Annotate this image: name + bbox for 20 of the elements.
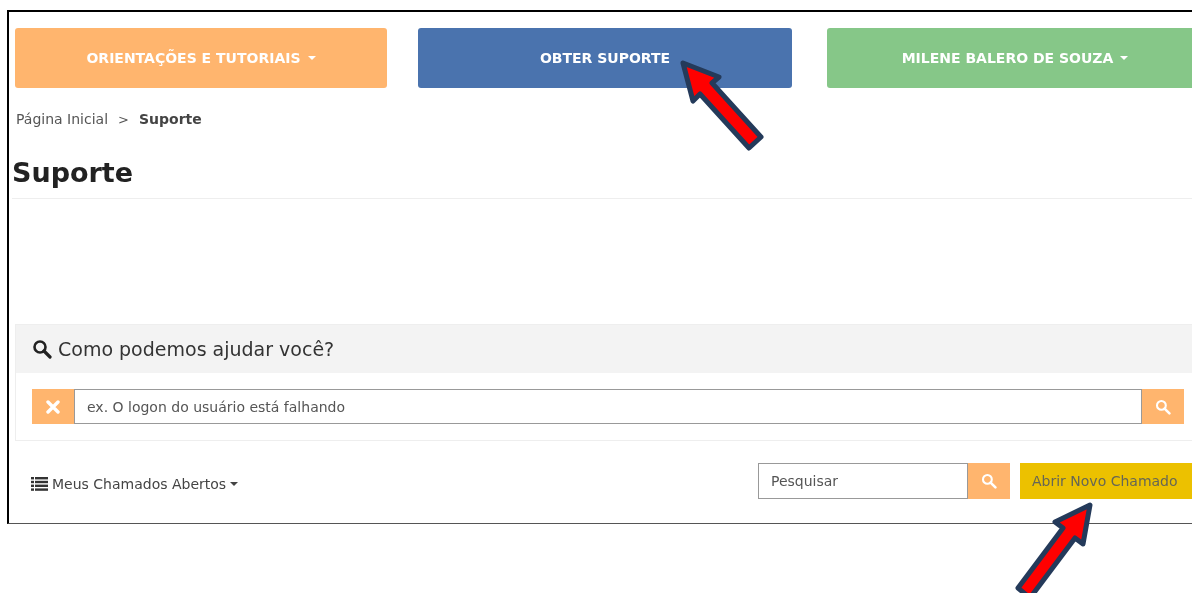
search-field[interactable]: Pesquisar bbox=[758, 463, 968, 499]
caret-icon bbox=[307, 56, 316, 60]
search-icon bbox=[32, 339, 52, 359]
list-icon bbox=[31, 477, 48, 491]
breadcrumb-link[interactable]: Página Inicial bbox=[16, 111, 109, 127]
search-field[interactable]: ex. O logon do usuário está falhando bbox=[74, 389, 1142, 424]
caret-icon bbox=[1120, 56, 1129, 60]
tickets-menu[interactable]: Meus Chamados Abertos bbox=[31, 476, 239, 492]
panel-heading: Como podemos ajudar você? bbox=[58, 338, 335, 360]
search-button[interactable] bbox=[1142, 389, 1184, 424]
search-button[interactable] bbox=[968, 463, 1010, 499]
close-icon bbox=[46, 399, 60, 414]
breadcrumb-separator: > bbox=[118, 111, 129, 127]
page-title: Suporte bbox=[12, 157, 1192, 199]
nav-button[interactable]: OBTER SUPORTE bbox=[418, 28, 792, 88]
search-icon bbox=[981, 473, 997, 489]
search-icon bbox=[1155, 398, 1171, 415]
clear-button[interactable] bbox=[32, 389, 74, 424]
new-ticket-button[interactable]: Abrir Novo Chamado bbox=[1020, 463, 1192, 499]
caret-icon bbox=[230, 482, 239, 486]
